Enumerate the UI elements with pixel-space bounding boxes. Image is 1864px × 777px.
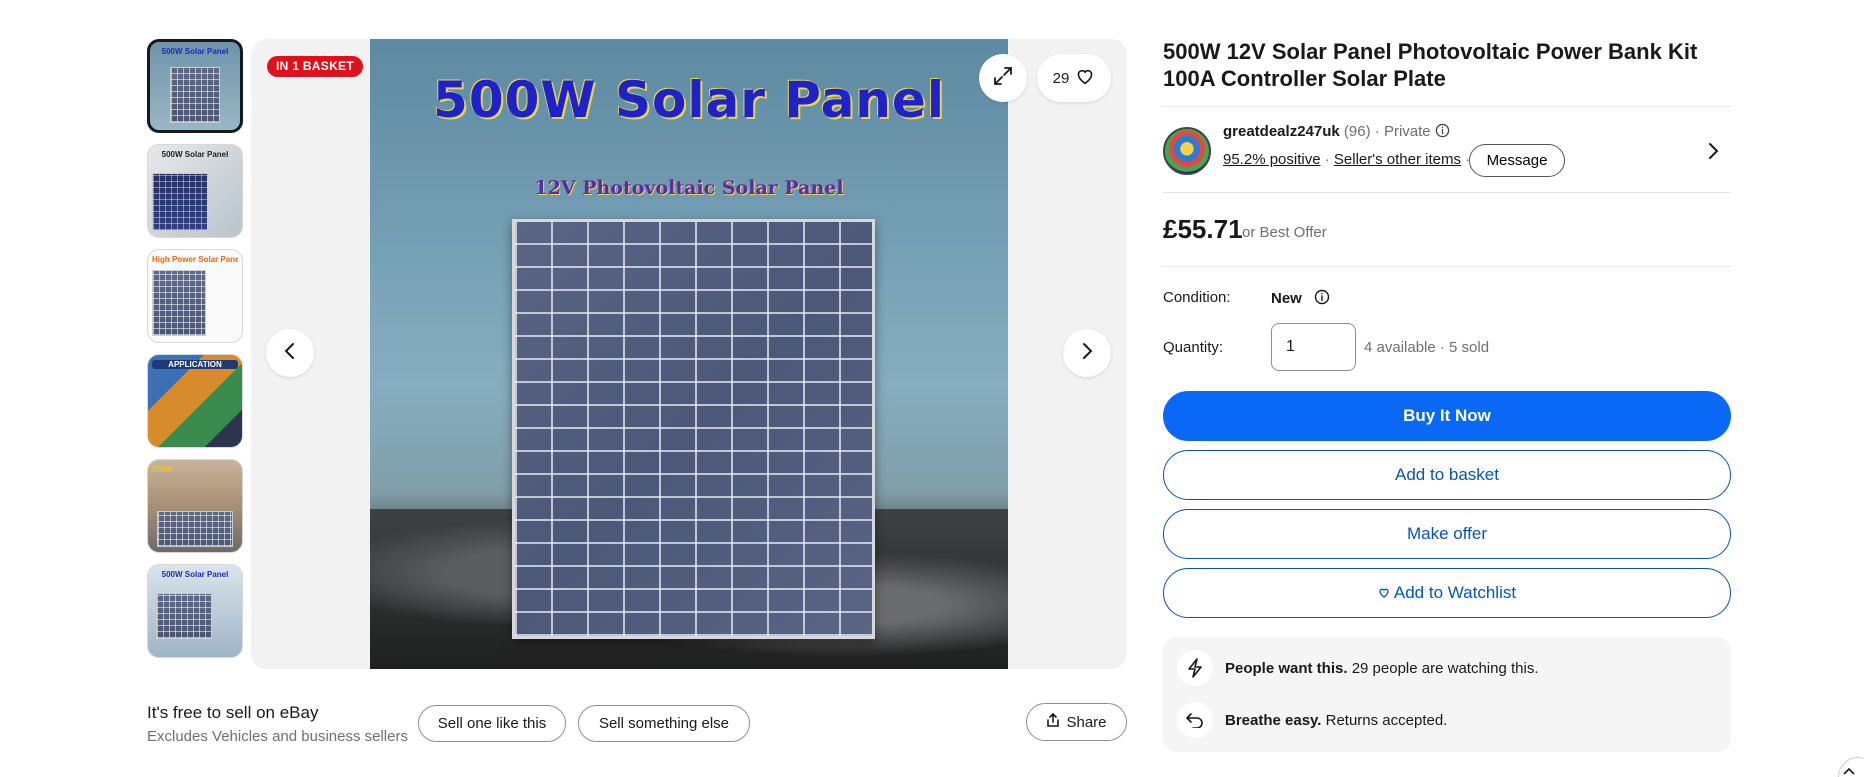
in-basket-badge: IN 1 BASKET bbox=[267, 56, 363, 77]
signal-text: Returns accepted. bbox=[1321, 711, 1448, 729]
watch-button[interactable]: 29 bbox=[1037, 54, 1111, 102]
thumbnail-5[interactable]: 500W bbox=[147, 459, 243, 553]
add-to-basket-button[interactable]: Add to basket bbox=[1163, 450, 1731, 500]
thumbnail-2[interactable]: 500W Solar Panel bbox=[147, 144, 243, 238]
thumbnail-3[interactable]: High Power Solar Panel bbox=[147, 249, 243, 343]
signal-people-want: People want this. 29 people are watching… bbox=[1177, 650, 1539, 686]
chevron-right-icon[interactable] bbox=[1707, 141, 1719, 166]
share-label: Share bbox=[1066, 713, 1107, 731]
solar-panel-image bbox=[151, 270, 207, 337]
solar-panel-image bbox=[169, 66, 221, 123]
lightning-icon bbox=[1177, 650, 1213, 686]
image-gallery: 500W Solar Panel 12V Photovoltaic Solar … bbox=[251, 39, 1127, 669]
seller-positive-link[interactable]: 95.2% positive bbox=[1223, 151, 1321, 168]
thumbnail-strip: 500W Solar Panel 500W Solar Panel High P… bbox=[147, 39, 243, 669]
availability-text: 4 available · 5 sold bbox=[1364, 339, 1490, 356]
buy-it-now-button[interactable]: Buy It Now bbox=[1163, 391, 1731, 441]
thumbnail-1[interactable]: 500W Solar Panel bbox=[147, 39, 243, 133]
seller-info: greatdealz247uk (96) · Private bbox=[1223, 123, 1450, 142]
seller-other-items-link[interactable]: Seller's other items bbox=[1334, 151, 1461, 168]
watch-count: 29 bbox=[1052, 69, 1070, 87]
solar-panel-image bbox=[157, 510, 233, 548]
signal-bold: Breathe easy. bbox=[1225, 711, 1322, 729]
expand-button[interactable] bbox=[979, 54, 1027, 102]
chevron-right-icon bbox=[1080, 342, 1094, 365]
solar-panel-image bbox=[151, 172, 209, 232]
seller-feedback-count: (96) bbox=[1343, 123, 1371, 140]
previous-image-button[interactable] bbox=[266, 329, 314, 377]
hero-subtitle: 12V Photovoltaic Solar Panel bbox=[534, 177, 844, 199]
divider bbox=[1163, 106, 1731, 107]
sell-one-like-this-button[interactable]: Sell one like this bbox=[418, 705, 566, 742]
seller-avatar[interactable] bbox=[1163, 127, 1211, 175]
quantity-label: Quantity: bbox=[1163, 339, 1224, 356]
chevron-up-icon bbox=[1843, 762, 1855, 777]
next-image-button[interactable] bbox=[1063, 329, 1111, 377]
hero-title: 500W Solar Panel bbox=[433, 71, 945, 129]
watchlist-label: Add to Watchlist bbox=[1393, 583, 1517, 602]
add-to-watchlist-button[interactable]: Add to Watchlist bbox=[1163, 568, 1731, 618]
thumbnail-caption: 500W bbox=[152, 465, 173, 474]
message-seller-button[interactable]: Message bbox=[1469, 144, 1565, 177]
share-button[interactable]: Share bbox=[1026, 703, 1127, 741]
condition-text: New bbox=[1271, 290, 1302, 307]
sell-promo-subtitle: Excludes Vehicles and business sellers bbox=[147, 728, 408, 745]
chevron-left-icon bbox=[283, 342, 297, 365]
thumbnail-caption: 500W Solar Panel bbox=[161, 47, 229, 56]
info-icon[interactable] bbox=[1435, 123, 1450, 142]
condition-label: Condition: bbox=[1163, 289, 1231, 306]
heart-icon bbox=[1378, 583, 1390, 603]
condition-value: New bbox=[1271, 289, 1330, 309]
share-icon bbox=[1046, 712, 1060, 731]
thumbnail-caption: APPLICATION bbox=[152, 360, 238, 369]
thumbnail-4[interactable]: APPLICATION bbox=[147, 354, 243, 448]
best-offer-text: or Best Offer bbox=[1242, 224, 1327, 241]
seller-type: Private bbox=[1383, 123, 1431, 140]
divider bbox=[1163, 266, 1731, 267]
return-icon bbox=[1177, 702, 1213, 738]
item-price: £55.71 bbox=[1163, 214, 1243, 244]
solar-panel-image bbox=[512, 219, 875, 639]
main-product-image[interactable]: 500W Solar Panel 12V Photovoltaic Solar … bbox=[370, 39, 1008, 669]
thumbnail-caption: High Power Solar Panel bbox=[152, 255, 238, 264]
sell-something-else-button[interactable]: Sell something else bbox=[578, 705, 750, 742]
thumbnail-caption: 500W Solar Panel bbox=[161, 570, 229, 579]
seller-links: 95.2% positive · Seller's other items · bbox=[1223, 151, 1470, 168]
listing-title: 500W 12V Solar Panel Photovoltaic Power … bbox=[1163, 39, 1698, 91]
seller-name[interactable]: greatdealz247uk bbox=[1223, 123, 1340, 140]
buyer-signals-box: People want this. 29 people are watching… bbox=[1163, 637, 1731, 752]
heart-icon bbox=[1075, 67, 1095, 89]
separator: · bbox=[1374, 123, 1380, 140]
info-icon[interactable] bbox=[1314, 289, 1330, 309]
signal-bold: People want this. bbox=[1225, 659, 1348, 677]
signal-text: 29 people are watching this. bbox=[1347, 659, 1539, 677]
separator: · bbox=[1324, 151, 1330, 168]
back-to-top-button[interactable] bbox=[1838, 757, 1864, 777]
make-offer-button[interactable]: Make offer bbox=[1163, 509, 1731, 559]
solar-panel-image bbox=[155, 592, 212, 639]
thumbnail-6[interactable]: 500W Solar Panel bbox=[147, 564, 243, 658]
sell-promo-title: It's free to sell on eBay bbox=[147, 703, 319, 722]
signal-breathe-easy: Breathe easy. Returns accepted. bbox=[1177, 702, 1447, 738]
divider bbox=[1163, 192, 1731, 193]
quantity-input[interactable] bbox=[1271, 323, 1356, 371]
thumbnail-caption: 500W Solar Panel bbox=[161, 150, 229, 159]
expand-icon bbox=[992, 65, 1014, 92]
